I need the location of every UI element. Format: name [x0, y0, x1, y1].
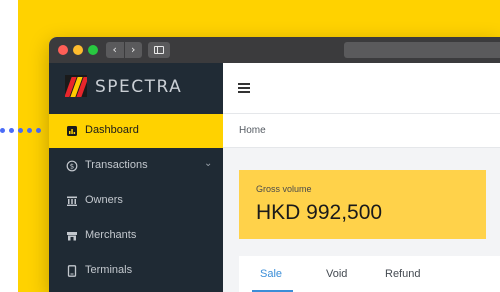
brand-header: SPECTRA	[49, 63, 223, 114]
sidebar-item-label: Merchants	[85, 229, 137, 241]
back-icon[interactable]: ‹	[106, 42, 125, 58]
hamburger-menu-icon[interactable]	[238, 83, 250, 93]
dashboard-icon	[67, 126, 77, 136]
sidebar-item-label: Dashboard	[85, 124, 139, 136]
terminal-icon	[67, 265, 77, 277]
sidebar-item-dashboard[interactable]: Dashboard	[49, 114, 223, 148]
app-window: ‹ › SPECTRA Dashboard $ Transactions ⌄ O…	[49, 37, 500, 292]
brand-name: SPECTRA	[95, 77, 183, 97]
main-content: Home Gross volume HKD 992,500 Sale Void …	[223, 63, 500, 292]
bank-icon	[67, 196, 77, 206]
dollar-circle-icon: $	[66, 160, 78, 172]
gross-volume-value: HKD 992,500	[256, 201, 383, 224]
connector-dots	[0, 128, 48, 134]
sidebar-item-label: Transactions	[85, 159, 148, 171]
maximize-window-button[interactable]	[88, 45, 98, 55]
gross-volume-caption: Gross volume	[256, 184, 312, 194]
tab-void[interactable]: Void	[326, 268, 347, 280]
breadcrumb-home[interactable]: Home	[239, 125, 266, 136]
sidebar-icon	[154, 46, 164, 54]
spectra-logo-icon	[65, 75, 87, 97]
history-nav: ‹ ›	[106, 42, 142, 58]
sidebar-item-transactions[interactable]: $ Transactions ⌄	[49, 149, 223, 183]
sidebar-item-label: Owners	[85, 194, 123, 206]
tab-refund[interactable]: Refund	[385, 268, 420, 280]
address-bar[interactable]	[344, 42, 500, 58]
breadcrumb: Home	[223, 114, 500, 148]
sidebar-item-merchants[interactable]: Merchants	[49, 219, 223, 253]
store-icon	[67, 232, 77, 241]
chevron-down-icon: ⌄	[204, 158, 213, 169]
sidebar-toggle-button[interactable]	[148, 42, 170, 58]
transaction-tabs: Sale Void Refund	[239, 256, 500, 292]
minimize-window-button[interactable]	[73, 45, 83, 55]
tab-sale[interactable]: Sale	[260, 268, 282, 280]
sidebar-item-label: Terminals	[85, 264, 133, 276]
sidebar-item-terminals[interactable]: Terminals	[49, 254, 223, 288]
forward-icon[interactable]: ›	[125, 42, 143, 58]
sidebar-item-owners[interactable]: Owners	[49, 184, 223, 218]
top-bar	[223, 63, 500, 114]
svg-text:$: $	[70, 163, 74, 171]
sidebar: SPECTRA Dashboard $ Transactions ⌄ Owner…	[49, 63, 223, 292]
close-window-button[interactable]	[58, 45, 68, 55]
browser-titlebar: ‹ ›	[49, 37, 500, 63]
gross-volume-card: Gross volume HKD 992,500	[239, 170, 486, 239]
